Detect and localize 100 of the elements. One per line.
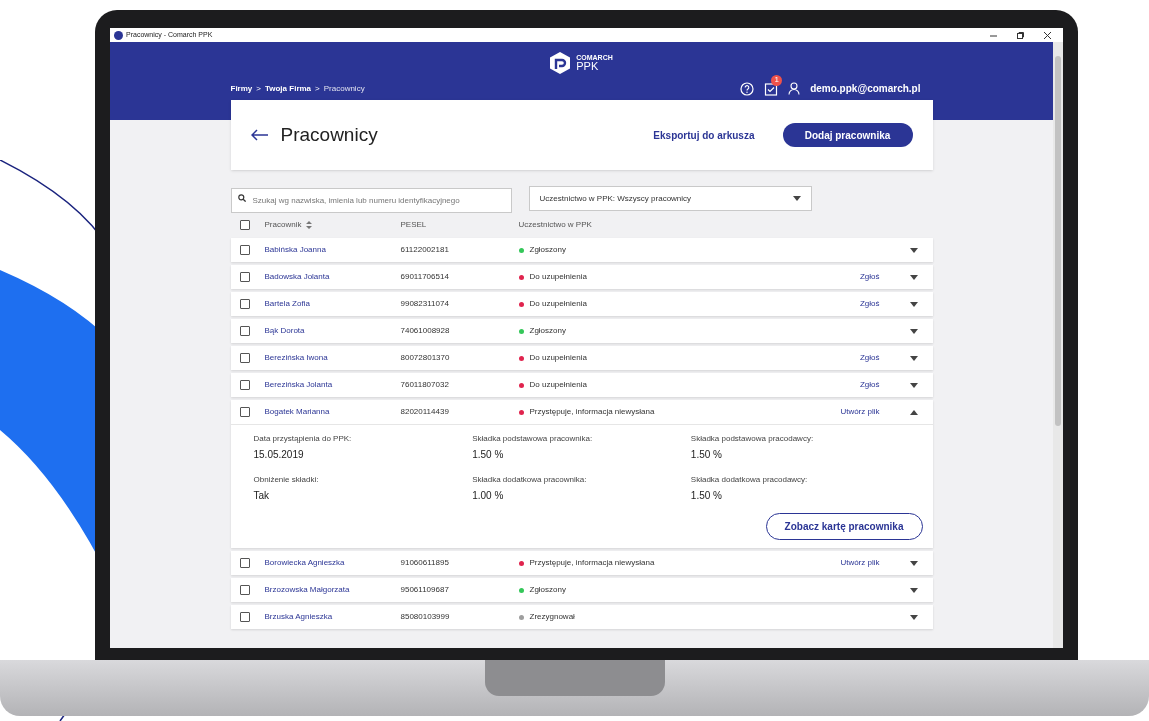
table-cell-text: 74061008928 — [400, 325, 451, 337]
checkbox[interactable] — [239, 353, 250, 363]
checkbox[interactable] — [239, 299, 250, 309]
checkbox[interactable] — [239, 272, 250, 282]
table-row[interactable]: Bogatek Marianna 82020114439 Przystępuje, informacja niewysłana Utwórz plik — [230, 400, 933, 424]
detail-value: 15.05.2019 — [253, 448, 305, 462]
row-action-link[interactable]: Zgłoś — [859, 379, 880, 391]
detail-label: Składka podstawowa pracownika: — [472, 433, 594, 445]
table-row[interactable]: Babińska Joanna 61122002181 Zgłoszony — [230, 238, 933, 262]
detail-value: 1.00 % — [472, 489, 505, 503]
close-icon[interactable] — [1044, 31, 1051, 39]
table-cell-text: 69011706514 — [400, 271, 450, 283]
employee-name-link[interactable]: Bartela Zofia — [264, 298, 401, 310]
checkbox[interactable] — [239, 380, 250, 390]
checkbox[interactable] — [239, 326, 250, 336]
expand-caret-icon[interactable] — [909, 247, 918, 253]
detail-label: Data przystąpienia do PPK: — [253, 433, 353, 445]
collapse-caret-icon[interactable] — [909, 409, 918, 415]
table-row[interactable]: Brzozowska Małgorzata 95061109687 Zgłoszony — [230, 578, 933, 602]
employee-name-link[interactable]: Brzozowska Małgorzata — [264, 584, 401, 596]
employee-name-link[interactable]: Brzuska Agnieszka — [264, 611, 401, 623]
view-employee-card-button[interactable]: Zobacz kartę pracownika — [765, 513, 923, 540]
detail-label: Składka dodatkowa pracodawcy: — [690, 474, 809, 486]
search-icon — [237, 194, 246, 202]
employee-name-link[interactable]: Babińska Joanna — [264, 244, 401, 256]
employee-name-link[interactable]: Borowiecka Agnieszka — [264, 557, 401, 569]
back-arrow-icon[interactable] — [250, 129, 269, 141]
row-action-link[interactable]: Zgłoś — [859, 298, 880, 310]
expand-caret-icon[interactable] — [909, 274, 918, 280]
checkbox[interactable] — [239, 220, 250, 230]
status-text: Zgłoszony — [529, 325, 566, 337]
status-text: Przystępuje, informacja niewysłana — [529, 557, 655, 569]
table-cell-text: 76011807032 — [400, 379, 450, 391]
checkbox[interactable] — [239, 245, 250, 255]
expand-caret-icon[interactable] — [909, 560, 918, 566]
checkbox[interactable] — [239, 612, 250, 622]
detail-value: Tak — [253, 489, 271, 503]
checkbox[interactable] — [239, 585, 250, 595]
detail-label: Składka podstawowa pracodawcy: — [690, 433, 815, 445]
breadcrumb-link[interactable]: Pracownicy — [323, 82, 365, 95]
table-row[interactable]: Berezińska Iwona 80072801370 Do uzupełnienia Zgłoś — [230, 346, 933, 370]
table-row[interactable]: Brzuska Agnieszka 85080103999 Zrezygnował — [230, 605, 933, 629]
expand-caret-icon[interactable] — [909, 328, 918, 334]
caret-icon — [792, 196, 801, 201]
user-email[interactable]: demo.ppk@comarch.pl — [810, 81, 921, 96]
expand-caret-icon[interactable] — [909, 587, 918, 593]
help-icon[interactable] — [740, 81, 755, 96]
table-cell-text: 82020114439 — [400, 406, 450, 418]
expand-caret-icon[interactable] — [909, 301, 918, 307]
status-text: Zgłoszony — [529, 244, 566, 256]
search-field[interactable]: Szukaj wg nazwiska, imienia lub numeru identyfikacyjnego — [230, 188, 512, 213]
expand-caret-icon[interactable] — [909, 382, 918, 388]
participation-filter-dropdown[interactable]: Uczestnictwo w PPK: Wszyscy pracownicy — [528, 186, 812, 211]
scrollbar[interactable] — [1053, 42, 1063, 648]
employee-name-link[interactable]: Berezińska Jolanta — [264, 379, 401, 391]
table-cell-text: 91060611895 — [400, 557, 450, 569]
task-clipboard-icon[interactable] — [764, 81, 779, 96]
detail-value: 1.50 % — [690, 489, 723, 503]
page-title: Pracownicy — [280, 122, 378, 147]
status-text: Do uzupełnienia — [529, 352, 587, 364]
table-cell-text: 80072801370 — [400, 352, 451, 364]
checkbox[interactable] — [239, 407, 250, 417]
column-header: PESEL — [400, 219, 427, 231]
expand-caret-icon[interactable] — [909, 614, 918, 620]
table-row[interactable]: Berezińska Jolanta 76011807032 Do uzupełnienia Zgłoś — [230, 373, 933, 397]
status-text: Do uzupełnienia — [529, 379, 587, 391]
employee-name-link[interactable]: Berezińska Iwona — [264, 352, 401, 364]
detail-label: Obniżenie składki: — [253, 474, 320, 486]
column-header: Uczestnictwo w PPK — [518, 219, 592, 231]
user-icon[interactable] — [788, 82, 801, 95]
add-employee-button[interactable]: Dodaj pracownika — [782, 123, 913, 147]
breadcrumb-link[interactable]: Twoja Firma — [264, 82, 312, 95]
restore-icon[interactable] — [1017, 31, 1024, 39]
table-row[interactable]: Bąk Dorota 74061008928 Zgłoszony — [230, 319, 933, 343]
row-action-link[interactable]: Zgłoś — [859, 352, 880, 364]
row-action-link[interactable]: Zgłoś — [859, 271, 880, 283]
employee-name-link[interactable]: Bąk Dorota — [264, 325, 401, 337]
row-action-link[interactable]: Utwórz plik — [840, 406, 880, 418]
table-cell-text: 99082311074 — [400, 298, 450, 310]
detail-value: 1.50 % — [690, 448, 723, 462]
sort-icon[interactable] — [306, 221, 313, 229]
export-link[interactable]: Eksportuj do arkusza — [653, 127, 755, 143]
table-cell-text: 61122002181 — [400, 244, 450, 256]
table-row[interactable]: Bartela Zofia 99082311074 Do uzupełnienia Zgłoś — [230, 292, 933, 316]
logo-icon — [550, 52, 571, 74]
breadcrumb-link[interactable]: Firmy — [230, 82, 253, 95]
detail-label: Składka dodatkowa pracownika: — [472, 474, 588, 486]
checkbox[interactable] — [239, 558, 250, 568]
employee-name-link[interactable]: Bogatek Marianna — [264, 406, 401, 418]
table-row[interactable]: Borowiecka Agnieszka 91060611895 Przystępuje, informacja niewysłana Utwórz plik — [230, 551, 933, 575]
status-text: Do uzupełnienia — [529, 298, 587, 310]
column-header[interactable]: Pracownik — [264, 219, 302, 231]
table-row[interactable]: Badowska Jolanta 69011706514 Do uzupełnienia Zgłoś — [230, 265, 933, 289]
status-text: Zrezygnował — [529, 611, 575, 623]
detail-value: 1.50 % — [472, 448, 505, 462]
row-action-link[interactable]: Utwórz plik — [840, 557, 880, 569]
table-cell-text: 85080103999 — [400, 611, 451, 623]
expand-caret-icon[interactable] — [909, 355, 918, 361]
breadcrumb-separator: > — [315, 82, 320, 95]
employee-name-link[interactable]: Badowska Jolanta — [264, 271, 401, 283]
